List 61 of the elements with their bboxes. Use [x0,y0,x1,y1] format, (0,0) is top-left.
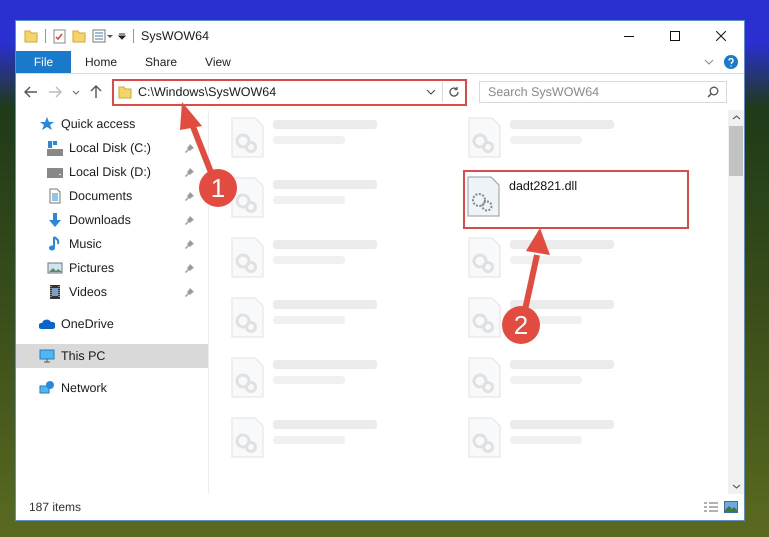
pin-icon[interactable] [185,144,194,152]
navigation-item[interactable]: Quick access [16,112,171,136]
ribbon-tab[interactable]: Share [131,51,192,73]
pin-icon[interactable] [185,216,194,224]
folder-icon [118,85,132,99]
navigation-item[interactable]: Pictures [16,256,198,280]
scroll-up-icon[interactable] [732,115,740,120]
file-name: dadt2821.dll [509,178,578,195]
folder-icon[interactable] [24,29,38,43]
refresh-icon[interactable] [448,86,460,98]
back-arrow-icon[interactable] [24,86,38,98]
maximize-icon [670,31,680,41]
item-count: 187 items [29,499,82,516]
view-options-icon[interactable] [92,29,114,43]
picture-icon [47,260,63,276]
dll-file-icon [467,176,500,217]
navigation-item[interactable]: Downloads [16,208,198,232]
dropdown-icon[interactable] [118,32,126,40]
ribbon-tab[interactable]: View [191,51,245,73]
address-field[interactable]: C:\Windows\SysWOW64 [112,78,467,106]
ribbon-tab[interactable]: Home [71,51,132,73]
film-icon [47,284,63,300]
navigation-item[interactable]: Local Disk (C:) [16,136,198,160]
navigation-item[interactable]: Videos [16,280,198,304]
navigation-item[interactable]: Music [16,232,198,256]
scroll-thumb[interactable] [729,126,743,176]
drive-icon [47,140,63,156]
expand-ribbon-icon[interactable] [704,59,714,65]
document-icon [47,188,63,204]
details-view-icon[interactable] [703,500,719,514]
forward-arrow-icon[interactable] [48,86,62,98]
address-path: C:\Windows\SysWOW64 [138,84,276,101]
network-icon [39,380,55,396]
window-title: SysWOW64 [141,28,210,45]
large-icons-view-icon[interactable] [724,501,738,513]
search-icon [707,86,719,98]
up-arrow-icon[interactable] [90,85,102,99]
file-menu-tab[interactable]: File [16,51,71,73]
monitor-icon [39,348,55,364]
pin-icon[interactable] [185,264,194,272]
new-folder-icon[interactable] [72,29,86,43]
pin-icon[interactable] [185,168,194,176]
navigation-item[interactable]: OneDrive [16,312,171,336]
pin-icon[interactable] [185,288,194,296]
navigation-item[interactable]: Documents [16,184,198,208]
dropdown-icon[interactable] [426,89,436,95]
file-item[interactable]: dadt2821.dll [463,170,689,229]
recent-locations-icon[interactable] [72,90,80,94]
star-icon [39,116,55,132]
scrollbar[interactable] [728,110,744,494]
scroll-down-icon[interactable] [732,484,740,489]
navigation-item[interactable]: This PC [16,344,208,368]
search-field[interactable]: Search SysWOW64 [479,81,727,103]
pin-icon[interactable] [185,240,194,248]
down-arrow-icon [47,212,63,228]
navigation-item[interactable]: Network [16,376,171,400]
navigation-item[interactable]: Local Disk (D:) [16,160,198,184]
properties-icon[interactable] [53,28,66,44]
pin-icon[interactable] [185,192,194,200]
close-icon [716,31,726,41]
help-icon[interactable] [724,55,738,69]
